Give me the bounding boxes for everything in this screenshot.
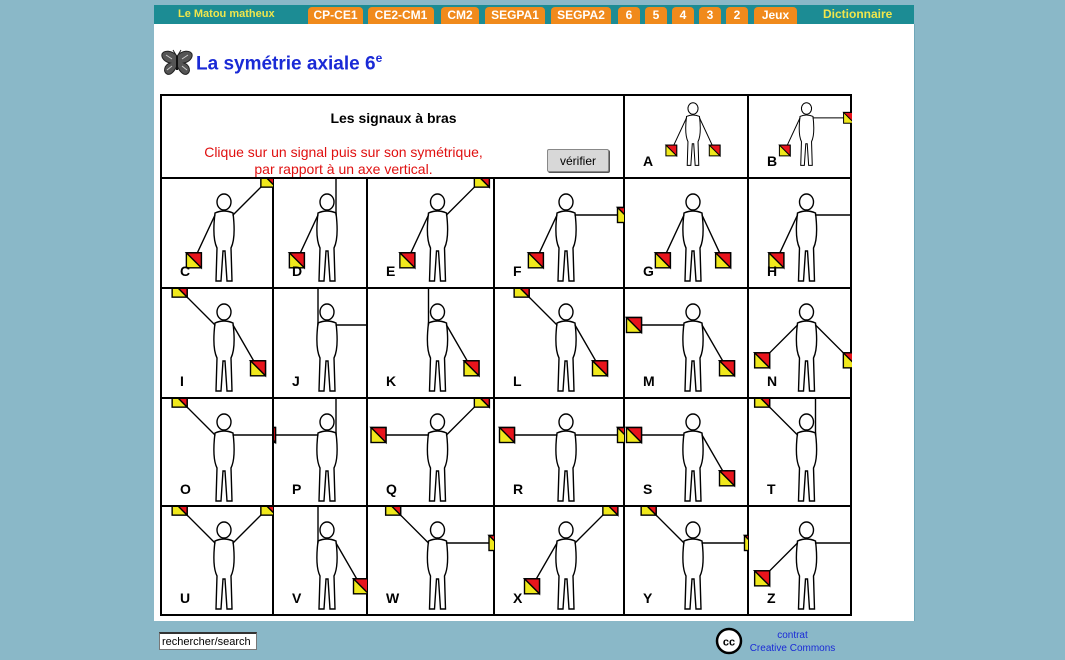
signal-card-j[interactable]: J — [273, 288, 368, 398]
signal-card-a[interactable]: A — [624, 95, 748, 178]
svg-text:cc: cc — [723, 637, 735, 649]
signal-card-e[interactable]: E — [367, 178, 494, 288]
signal-card-v[interactable]: V — [273, 506, 368, 615]
semaphore-figure-icon — [184, 179, 274, 282]
page-title: La symétrie axiale 6e — [196, 51, 383, 75]
signal-card-n[interactable]: N — [748, 288, 852, 398]
semaphore-figure-icon — [778, 102, 852, 166]
signal-letter: H — [767, 263, 778, 279]
creative-commons-icon[interactable]: cc — [715, 627, 743, 655]
nav-tab-segpa2[interactable]: SEGPA2 — [551, 7, 611, 24]
signal-letter: Q — [386, 481, 397, 497]
exercise-title: Les signaux à bras — [330, 110, 457, 126]
nav-tab-ce2-cm1[interactable]: CE2-CM1 — [368, 7, 434, 24]
semaphore-figure-icon — [316, 507, 368, 610]
content-panel: La symétrie axiale 6e Les signaux à bras… — [154, 24, 915, 621]
verify-button[interactable]: vérifier — [547, 149, 609, 172]
signal-card-k[interactable]: K — [367, 288, 494, 398]
signal-card-o[interactable]: O — [161, 398, 274, 506]
signal-letter: V — [292, 590, 302, 606]
signal-card-u[interactable]: U — [161, 506, 274, 615]
semaphore-figure-icon — [171, 507, 274, 610]
dictionary-link[interactable]: Dictionnaire — [823, 5, 892, 24]
signal-card-t[interactable]: T — [748, 398, 851, 506]
nav-tab-3[interactable]: 3 — [699, 7, 721, 24]
nav-tab-jeux[interactable]: Jeux — [754, 7, 797, 24]
signal-letter: B — [767, 153, 778, 169]
signal-letter: R — [513, 481, 524, 497]
signal-grid: Les signaux à bras Clique sur un signal … — [160, 94, 852, 616]
semaphore-figure-icon — [752, 303, 852, 392]
signal-letter: W — [386, 590, 400, 606]
signal-letter: U — [180, 590, 191, 606]
signal-letter: Y — [643, 590, 653, 606]
search-input[interactable] — [159, 632, 257, 650]
instruction-line-2: par rapport à un axe vertical. — [254, 161, 433, 177]
nav-tab-4[interactable]: 4 — [672, 7, 694, 24]
nav-tab-5[interactable]: 5 — [645, 7, 667, 24]
site-brand-link[interactable]: Le Matou matheux — [178, 5, 275, 24]
semaphore-figure-icon — [767, 193, 852, 282]
signal-card-m[interactable]: M — [624, 288, 748, 398]
signal-letter: Z — [767, 590, 776, 606]
signal-letter: D — [292, 263, 303, 279]
signal-card-w[interactable]: W — [367, 506, 495, 615]
signal-card-y[interactable]: Y — [624, 506, 749, 615]
semaphore-figure-icon — [274, 399, 338, 502]
signal-card-b[interactable]: B — [748, 95, 852, 178]
nav-tab-segpa1[interactable]: SEGPA1 — [485, 7, 545, 24]
signal-card-h[interactable]: H — [748, 178, 852, 288]
nav-tab-cm2[interactable]: CM2 — [441, 7, 479, 24]
semaphore-figure-icon — [752, 521, 852, 610]
semaphore-figure-icon — [287, 179, 338, 282]
license-line-2[interactable]: Creative Commons — [745, 642, 840, 655]
signal-letter: M — [643, 373, 655, 389]
signal-letter: N — [767, 373, 778, 389]
signal-card-l[interactable]: L — [494, 288, 624, 398]
signal-letter: F — [513, 263, 522, 279]
signal-card-q[interactable]: Q — [367, 398, 494, 506]
instruction-line-1: Clique sur un signal puis sur son symétr… — [204, 144, 483, 160]
signal-letter: G — [643, 263, 654, 279]
signal-letter: O — [180, 481, 191, 497]
signal-card-s[interactable]: S — [624, 398, 748, 506]
nav-tab-6[interactable]: 6 — [618, 7, 640, 24]
signal-letter: S — [643, 481, 653, 497]
semaphore-figure-icon — [753, 399, 818, 502]
butterfly-icon — [161, 49, 193, 75]
signal-letter: A — [643, 153, 654, 169]
nav-tab-2[interactable]: 2 — [726, 7, 748, 24]
signal-card-p[interactable]: P — [273, 398, 367, 506]
signal-letter: T — [767, 481, 776, 497]
signal-letter: C — [180, 263, 191, 279]
license-line-1[interactable]: contrat — [745, 629, 840, 642]
signal-card-r[interactable]: R — [494, 398, 625, 506]
signal-card-d[interactable]: D — [273, 178, 367, 288]
semaphore-figure-icon — [171, 399, 274, 502]
signal-letter: E — [386, 263, 396, 279]
exercise-header: Les signaux à bras Clique sur un signal … — [161, 95, 624, 178]
nav-tab-cp-ce1[interactable]: CP-CE1 — [308, 7, 363, 24]
signal-card-f[interactable]: F — [494, 178, 625, 288]
signal-card-g[interactable]: G — [624, 178, 748, 288]
signal-card-i[interactable]: I — [161, 288, 273, 398]
signal-letter: K — [386, 373, 397, 389]
semaphore-figure-icon — [171, 289, 267, 392]
signal-card-x[interactable]: X — [494, 506, 624, 615]
signal-letter: P — [292, 481, 302, 497]
signal-letter: J — [292, 373, 300, 389]
semaphore-figure-icon — [316, 289, 368, 392]
signal-card-c[interactable]: C — [161, 178, 274, 288]
license-link[interactable]: contrat Creative Commons — [745, 629, 840, 655]
signal-letter: L — [513, 373, 522, 389]
top-navigation: Le Matou matheux CP-CE1 CE2-CM1 CM2 SEGP… — [154, 5, 914, 24]
signal-card-z[interactable]: Z — [748, 506, 852, 615]
signal-letter: X — [513, 590, 523, 606]
signal-letter: I — [180, 373, 184, 389]
